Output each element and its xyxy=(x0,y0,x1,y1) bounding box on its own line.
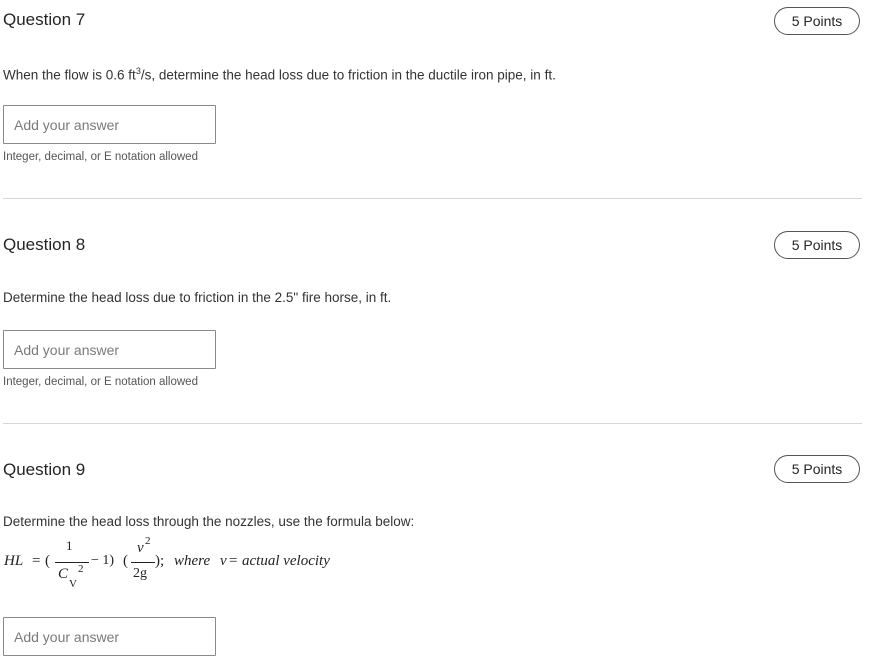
question-9-title: Question 9 xyxy=(3,460,86,479)
question-7-points-badge: 5 Points xyxy=(774,7,860,35)
formula-minus-one: − 1) xyxy=(91,553,115,568)
question-9-text: Determine the head loss through the nozz… xyxy=(3,514,415,529)
question-8-points-badge: 5 Points xyxy=(774,231,860,259)
question-8-answer-input[interactable] xyxy=(3,330,216,369)
formula-numerator-1: 1 xyxy=(66,538,73,553)
formula-close-paren-2: ); xyxy=(155,553,165,569)
formula-open-paren-2: ( xyxy=(123,553,128,569)
formula-fraction-bar-2 xyxy=(131,562,155,563)
question-9-answer-input[interactable] xyxy=(3,617,216,656)
question-7-text-part-1: When the flow is 0.6 ft xyxy=(3,67,136,83)
formula-open-paren-1: ( xyxy=(45,553,50,569)
formula-velocity-description: actual velocity xyxy=(242,553,330,569)
formula-numerator-2: v xyxy=(137,540,144,556)
question-7-answer-input[interactable] xyxy=(3,105,216,144)
formula-fraction-bar-1 xyxy=(55,562,89,563)
question-7-title: Question 7 xyxy=(3,10,86,29)
formula-where-text: where xyxy=(174,553,211,569)
formula-denominator-1-subscript: V xyxy=(69,578,77,590)
question-8-hint: Integer, decimal, or E notation allowed xyxy=(3,376,198,388)
formula-velocity-variable: v xyxy=(220,553,227,569)
formula-numerator-2-superscript: 2 xyxy=(145,535,151,547)
question-divider xyxy=(3,198,862,199)
question-8-text: Determine the head loss due to friction … xyxy=(3,290,392,305)
formula-equals-2: = xyxy=(229,553,238,569)
head-loss-formula: HL = ( 1 C 2 V − 1) ( v 2 2g ); where v … xyxy=(3,535,343,596)
question-divider xyxy=(3,423,862,424)
question-7-hint: Integer, decimal, or E notation allowed xyxy=(3,151,198,163)
question-9-points-badge: 5 Points xyxy=(774,455,860,483)
question-7-text: When the flow is 0.6 ft3/s, determine th… xyxy=(3,66,556,83)
formula-denominator-2: 2g xyxy=(133,566,147,581)
question-7-text-part-2: /s, determine the head loss due to frict… xyxy=(140,67,556,83)
formula-denominator-1: C xyxy=(58,566,69,582)
question-8-title: Question 8 xyxy=(3,235,86,254)
formula-equals: = xyxy=(32,553,41,569)
formula-lhs: HL xyxy=(4,553,24,569)
formula-denominator-1-superscript: 2 xyxy=(78,563,84,575)
